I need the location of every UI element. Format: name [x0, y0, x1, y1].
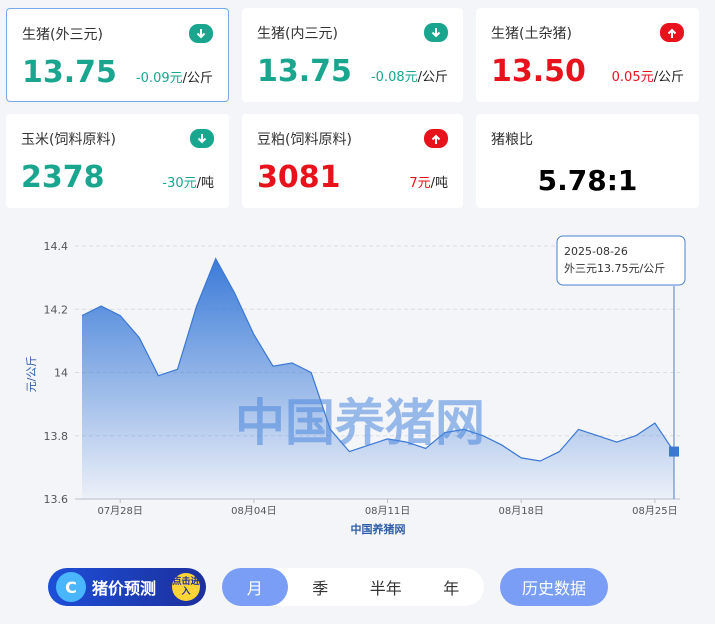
arrow-up-icon	[424, 129, 448, 148]
price-card-corn[interactable]: 玉米(饲料原料) 2378 -30元/吨	[6, 114, 229, 208]
enter-badge: 点击进入	[172, 573, 200, 601]
price-card-tuzazhu[interactable]: 生猪(土杂猪) 13.50 0.05元/公斤	[476, 8, 699, 102]
forecast-logo-icon: C	[56, 572, 86, 602]
y-tick-label: 13.8	[44, 430, 69, 443]
card-change: 0.05元/公斤	[611, 70, 684, 85]
card-price: 13.50	[491, 54, 586, 89]
card-change: -0.08元/公斤	[370, 70, 448, 85]
x-tick-label: 08月18日	[498, 505, 543, 517]
x-axis-label: 中国养猪网	[351, 522, 406, 536]
card-name: 玉米(饲料原料)	[21, 132, 116, 148]
tooltip-date: 2025-08-26	[564, 245, 628, 258]
ratio-value: 5.78:1	[537, 164, 638, 197]
card-name: 猪粮比	[491, 132, 533, 148]
price-card-waisanyuan[interactable]: 生猪(外三元) 13.75 -0.09元/公斤	[6, 8, 229, 102]
price-chart[interactable]: 中国养猪网 14.4 14.2 14 13.8 13.6 07月28日 08月04日 08月…	[0, 222, 715, 552]
x-tick-label: 08月04日	[231, 505, 276, 517]
card-name: 豆粕(饲料原料)	[257, 132, 352, 148]
chart-tooltip: 2025-08-26 外三元13.75元/公斤	[556, 235, 686, 286]
arrow-down-icon	[424, 23, 448, 42]
card-price: 2378	[21, 160, 105, 195]
arrow-up-icon	[660, 23, 684, 42]
price-area	[82, 258, 674, 499]
period-half-year[interactable]: 半年	[353, 568, 419, 606]
y-tick-label: 14	[54, 367, 68, 380]
period-year[interactable]: 年	[419, 568, 485, 606]
x-tick-label: 07月28日	[97, 505, 142, 517]
tooltip-value: 外三元13.75元/公斤	[564, 262, 665, 275]
period-quarter[interactable]: 季	[288, 568, 354, 606]
x-tick-label: 08月25日	[632, 505, 677, 517]
price-forecast-button[interactable]: C 猪价预测 点击进入	[48, 568, 206, 606]
card-price: 13.75	[257, 54, 352, 89]
period-selector: 月 季 半年 年	[222, 568, 484, 606]
ratio-card[interactable]: 猪粮比 5.78:1	[476, 114, 699, 208]
period-month[interactable]: 月	[222, 568, 288, 606]
card-price: 3081	[257, 160, 341, 195]
card-name: 生猪(土杂猪)	[491, 26, 572, 42]
card-price: 13.75	[22, 55, 117, 90]
x-tick-label: 08月11日	[365, 505, 410, 517]
card-change: 7元/吨	[409, 176, 448, 191]
price-card-neisanyuan[interactable]: 生猪(内三元) 13.75 -0.08元/公斤	[242, 8, 463, 102]
history-data-button[interactable]: 历史数据	[500, 568, 608, 606]
card-change: -30元/吨	[162, 176, 214, 191]
price-card-soymeal[interactable]: 豆粕(饲料原料) 3081 7元/吨	[242, 114, 463, 208]
chart-watermark: 中国养猪网	[235, 394, 485, 452]
card-change: -0.09元/公斤	[135, 71, 213, 86]
forecast-label: 猪价预测	[92, 579, 157, 598]
card-name: 生猪(内三元)	[257, 26, 338, 42]
arrow-down-icon	[189, 24, 213, 43]
card-name: 生猪(外三元)	[22, 27, 103, 43]
y-tick-label: 13.6	[44, 493, 69, 506]
y-tick-label: 14.4	[44, 240, 69, 253]
y-tick-label: 14.2	[44, 303, 69, 316]
hover-point	[669, 446, 679, 457]
y-axis-label: 元/公斤	[25, 356, 38, 393]
arrow-down-icon	[190, 129, 214, 148]
